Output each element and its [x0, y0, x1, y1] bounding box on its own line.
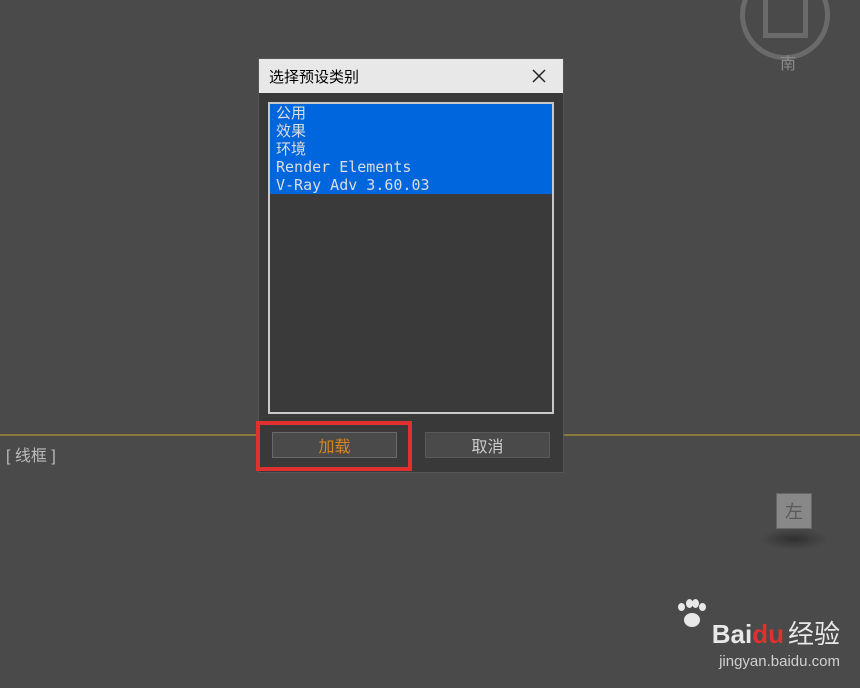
- dialog-title: 选择预设类别: [269, 66, 359, 87]
- watermark: Baidu经验 jingyan.baidu.com: [678, 599, 840, 670]
- preset-category-dialog: 选择预设类别 公用 效果 环境 Render Elements V-Ray Ad…: [258, 58, 564, 473]
- watermark-url: jingyan.baidu.com: [678, 653, 840, 670]
- load-button[interactable]: 加载: [272, 432, 397, 458]
- list-item[interactable]: V-Ray Adv 3.60.03: [270, 176, 552, 194]
- cancel-button[interactable]: 取消: [425, 432, 550, 458]
- close-button[interactable]: [521, 62, 557, 90]
- brand-text: Baidu经验: [712, 614, 840, 651]
- list-item[interactable]: Render Elements: [270, 158, 552, 176]
- dialog-titlebar[interactable]: 选择预设类别: [259, 59, 563, 93]
- compass-label: 南: [780, 50, 796, 74]
- close-icon: [532, 69, 546, 83]
- list-item[interactable]: 公用: [270, 104, 552, 122]
- list-item[interactable]: 效果: [270, 122, 552, 140]
- dialog-body: 公用 效果 环境 Render Elements V-Ray Adv 3.60.…: [259, 93, 563, 423]
- watermark-brand: Baidu经验: [678, 599, 840, 651]
- list-item[interactable]: 环境: [270, 140, 552, 158]
- axis-shadow: [760, 528, 828, 550]
- list-selection: 公用 效果 环境 Render Elements V-Ray Adv 3.60.…: [270, 104, 552, 194]
- paw-icon: [678, 599, 706, 627]
- axis-cube[interactable]: 左: [776, 493, 812, 529]
- dialog-buttons: 加载 取消: [259, 423, 563, 472]
- compass-inner: [763, 0, 808, 38]
- category-listbox[interactable]: 公用 效果 环境 Render Elements V-Ray Adv 3.60.…: [268, 102, 554, 414]
- viewport-label: [ 线框 ]: [6, 442, 56, 466]
